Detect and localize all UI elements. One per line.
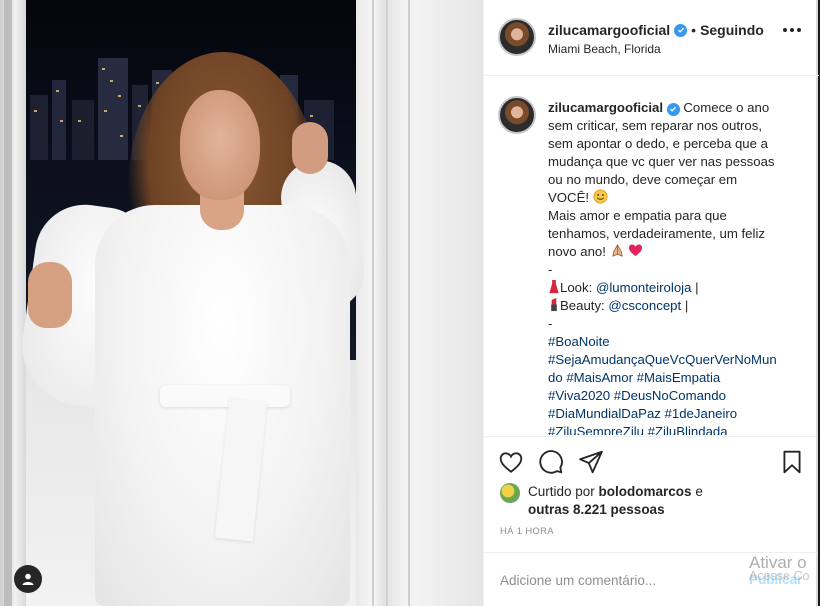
- likes-prefix: Curtido por: [528, 484, 599, 499]
- avatar[interactable]: [498, 18, 536, 56]
- caption-line: ou no mundo, deve começar em: [548, 172, 738, 187]
- dress-belt: [160, 385, 290, 407]
- caption-line: Comece o ano: [683, 100, 770, 115]
- location-link[interactable]: Miami Beach, Florida: [548, 42, 661, 56]
- woman-hand-left: [28, 262, 72, 328]
- windows-activation-watermark-sub: Acesse Co: [749, 569, 810, 583]
- user-tag-icon[interactable]: [14, 565, 42, 593]
- hashtag-link[interactable]: #Viva2020 #DeusNoComando: [548, 387, 798, 405]
- caption-username[interactable]: zilucamargooficial: [548, 100, 663, 115]
- likes-count-link[interactable]: outras 8.221 pessoas: [528, 501, 800, 519]
- woman-hand-right: [292, 122, 328, 174]
- door-frame-right: [356, 0, 483, 606]
- caption-area[interactable]: zilucamargooficial Comece o ano sem crit…: [484, 77, 817, 435]
- username-link[interactable]: zilucamargooficial: [548, 22, 670, 38]
- post-photo[interactable]: [0, 0, 483, 606]
- caption-line: sem apontar o dedo, e perceba que a: [548, 136, 768, 151]
- bookmark-icon[interactable]: [779, 449, 805, 475]
- paper-plane-icon[interactable]: [578, 449, 604, 475]
- mention-link[interactable]: @csconcept: [608, 298, 681, 313]
- caption-line: |: [681, 298, 689, 313]
- heart-icon[interactable]: [498, 449, 524, 475]
- separator-dot: •: [691, 22, 697, 38]
- header-user-line: zilucamargooficial • Seguindo: [548, 22, 764, 38]
- hashtag-link[interactable]: #BoaNoite: [548, 333, 798, 351]
- caption-line-beauty: Beauty: @csconcept |: [548, 297, 798, 315]
- post-timestamp[interactable]: HÁ 1 HORA: [500, 526, 554, 537]
- verified-badge-icon: [666, 102, 680, 116]
- caption-line: Mais amor e empatia para que: [548, 208, 727, 223]
- hashtag-link[interactable]: #ZiluSempreZilu #ZiluBlindada: [548, 423, 798, 435]
- caption-line: tenhamos, verdadeiramente, um feliz: [548, 226, 765, 241]
- hashtag-link[interactable]: #SejaAmudançaQueVcQuerVerNoMun: [548, 351, 798, 369]
- caption-line: novo ano!: [548, 244, 606, 259]
- more-options-icon[interactable]: [783, 28, 801, 32]
- liker-username-link[interactable]: bolodomarcos: [599, 484, 692, 499]
- likes-middle: e: [691, 484, 703, 499]
- caption-line-emoji: novo ano!: [548, 243, 798, 261]
- likes-text: Curtido por bolodomarcos e: [528, 483, 800, 501]
- caption-text: zilucamargooficial Comece o ano sem crit…: [548, 99, 798, 435]
- smile-emoji-icon: [593, 189, 608, 204]
- woman-face: [180, 90, 260, 200]
- caption-line: mudança que vc quer ver nas pessoas: [548, 154, 775, 169]
- lipstick-emoji-icon: [551, 297, 557, 312]
- caption-line: -: [548, 316, 553, 331]
- avatar[interactable]: [500, 483, 520, 503]
- hashtag-link[interactable]: do #MaisAmor #MaisEmpatia: [548, 369, 798, 387]
- caption-line: Look:: [560, 280, 596, 295]
- comment-bar: Publicar Ativar o Acesse Co: [484, 552, 817, 606]
- post-side-panel: zilucamargooficial • Seguindo Miami Beac…: [483, 0, 819, 606]
- likes-summary: Curtido por bolodomarcos e outras 8.221 …: [500, 483, 800, 519]
- caption-line: -: [548, 262, 553, 277]
- caption-line-look: Look: @lumonteiroloja |: [548, 279, 798, 297]
- caption-line-emoji: VOCÊ!: [548, 189, 798, 207]
- door-frame-left: [0, 0, 26, 606]
- dress-emoji-icon: [549, 279, 559, 294]
- post-header: zilucamargooficial • Seguindo Miami Beac…: [484, 0, 819, 76]
- hashtag-link[interactable]: #DiaMundialDaPaz #1deJaneiro: [548, 405, 798, 423]
- mention-link[interactable]: @lumonteiroloja: [596, 280, 692, 295]
- caption-line: |: [691, 280, 699, 295]
- caption-first-line: zilucamargooficial Comece o ano: [548, 99, 798, 117]
- caption-line: Beauty:: [560, 298, 609, 313]
- caption-line: VOCÊ!: [548, 190, 590, 205]
- verified-badge-icon: [674, 23, 688, 37]
- following-button[interactable]: Seguindo: [700, 22, 764, 38]
- red-heart-emoji-icon: [629, 244, 643, 257]
- avatar[interactable]: [498, 96, 536, 134]
- praying-hands-emoji-icon: [611, 244, 623, 257]
- caption-line: sem criticar, sem reparar nos outros,: [548, 118, 762, 133]
- action-bar: [484, 436, 817, 486]
- comment-icon[interactable]: [538, 449, 564, 475]
- comment-input[interactable]: [500, 570, 720, 590]
